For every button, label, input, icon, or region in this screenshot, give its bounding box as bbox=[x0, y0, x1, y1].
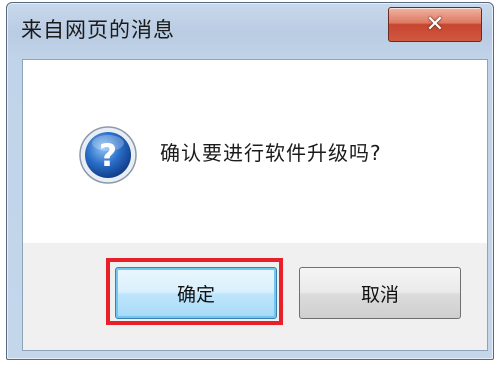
dialog-title: 来自网页的消息 bbox=[21, 18, 175, 42]
ok-button[interactable]: 确定 bbox=[115, 267, 277, 319]
message-area: ? 确认要进行软件升级吗? bbox=[23, 60, 487, 243]
message-text: 确认要进行软件升级吗? bbox=[160, 141, 382, 165]
dialog-body: ? 确认要进行软件升级吗? 确定 取消 bbox=[22, 59, 488, 351]
cancel-button[interactable]: 取消 bbox=[299, 267, 461, 319]
svg-text:?: ? bbox=[99, 138, 117, 174]
dialog-window: 来自网页的消息 ✕ ? 确认要进行软件升级吗? 确定 取消 bbox=[6, 2, 494, 360]
close-button[interactable]: ✕ bbox=[388, 7, 482, 42]
question-icon: ? bbox=[79, 126, 137, 184]
close-icon: ✕ bbox=[425, 11, 445, 37]
